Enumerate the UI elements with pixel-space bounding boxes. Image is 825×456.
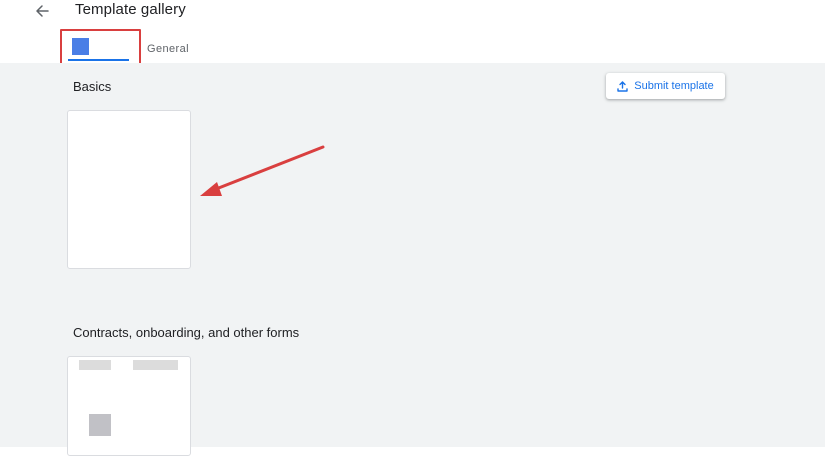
thumbnail-image-block [89,414,111,436]
section-title-contracts: Contracts, onboarding, and other forms [73,325,300,340]
blank-template-card[interactable] [67,110,191,269]
submit-template-button[interactable]: Submit template [606,73,725,99]
contract-template-card[interactable] [67,356,191,456]
arrow-left-icon [36,5,49,17]
upload-icon [617,80,628,92]
page-title: Template gallery [75,1,186,18]
submit-template-label: Submit template [634,80,714,92]
back-button[interactable] [30,0,54,22]
tab-general[interactable]: General [147,43,189,55]
annotation-arrow-icon [200,145,325,196]
annotation-highlight-box [60,29,141,67]
section-title-basics: Basics [73,79,112,94]
header: Template gallery General [0,0,825,67]
thumbnail-header-block [79,360,111,370]
thumbnail-header-block [133,360,178,370]
